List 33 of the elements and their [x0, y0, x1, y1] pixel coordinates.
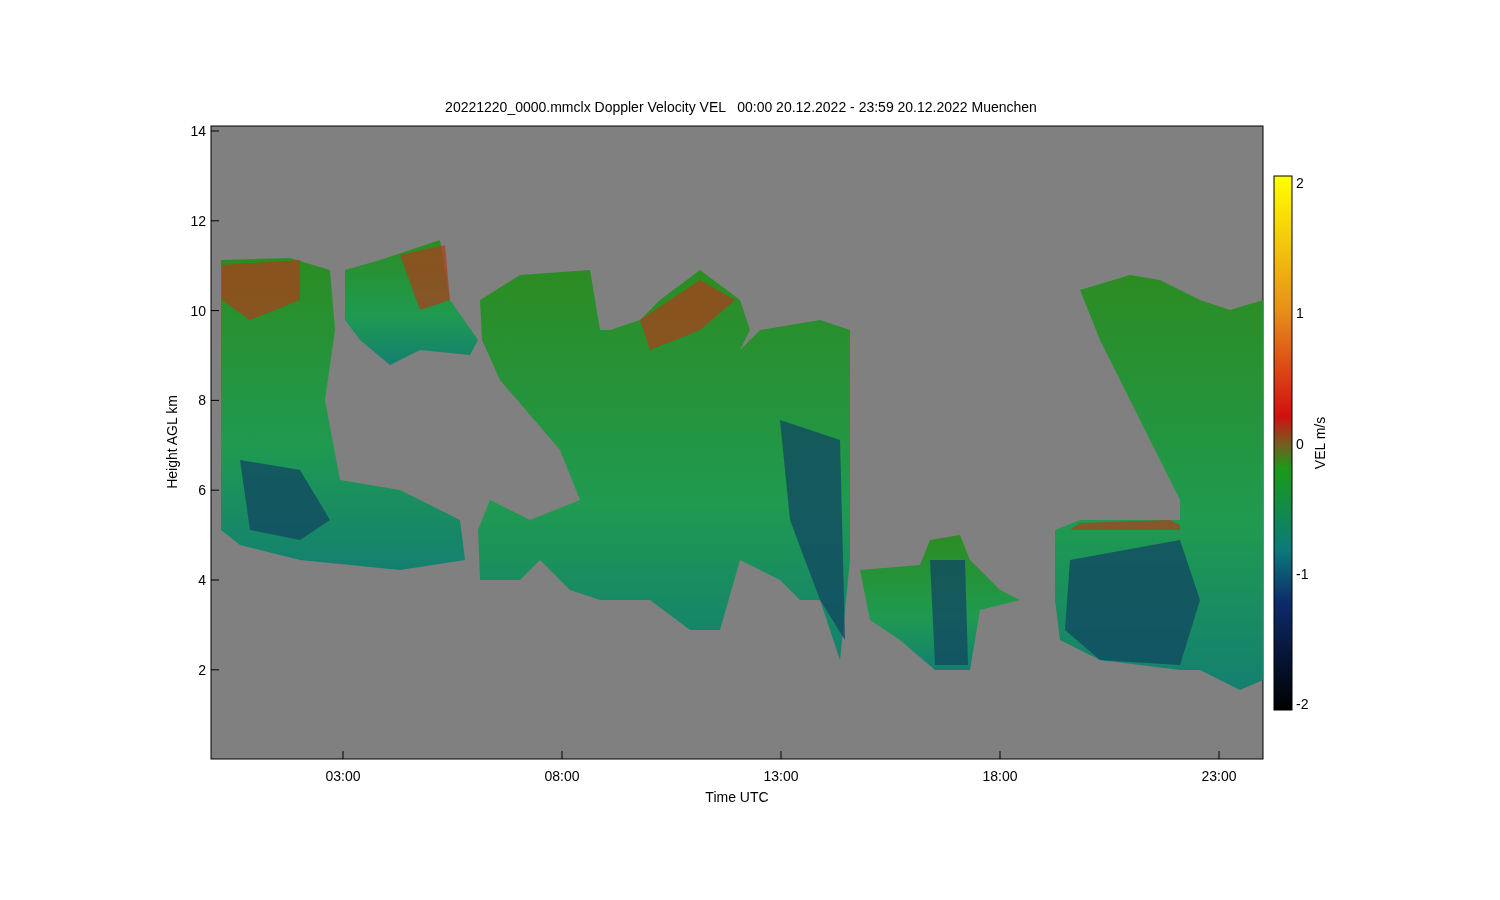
axis-tick [780, 750, 782, 760]
x-tick-label: 23:00 [1201, 768, 1237, 784]
axis-tick [210, 399, 220, 401]
y-tick-label: 2 [198, 661, 206, 678]
axis-tick [999, 750, 1001, 760]
x-tick-label: 03:00 [325, 768, 361, 784]
colorbar-tick-label: 2 [1296, 175, 1304, 191]
colorbar-tick-label: -1 [1296, 565, 1309, 582]
colorbar-tick-label: -2 [1296, 696, 1309, 713]
y-tick-label: 12 [190, 212, 206, 229]
axis-tick [210, 310, 220, 312]
axis-tick [342, 750, 344, 760]
plot-title: 20221220_0000.mmclx Doppler Velocity VEL 00:00 20.12.2022 - 23:59 20.12.2022 Muenchen [445, 99, 1037, 115]
axis-tick [210, 579, 220, 581]
x-axis-label: Time UTC [705, 789, 769, 805]
y-tick-label: 8 [198, 392, 206, 409]
colorbar-tick-label: 0 [1296, 435, 1304, 452]
axis-tick [210, 489, 220, 491]
colorbar-label: VEL m/s [1312, 416, 1328, 470]
y-tick-label: 14 [190, 123, 206, 139]
x-tick-label: 18:00 [982, 768, 1018, 784]
y-tick-label: 6 [198, 482, 206, 499]
axis-tick [210, 669, 220, 671]
axis-tick [210, 130, 220, 132]
colorbar-tick-label: 1 [1296, 305, 1304, 322]
y-axis-label: Height AGL km [164, 395, 180, 489]
x-tick-label: 08:00 [544, 768, 580, 784]
axis-tick [1218, 750, 1220, 760]
axis-tick [210, 220, 220, 222]
y-tick-label: 10 [190, 302, 206, 319]
y-tick-label: 4 [198, 572, 206, 588]
axis-tick [561, 750, 563, 760]
x-tick-label: 13:00 [763, 768, 799, 784]
